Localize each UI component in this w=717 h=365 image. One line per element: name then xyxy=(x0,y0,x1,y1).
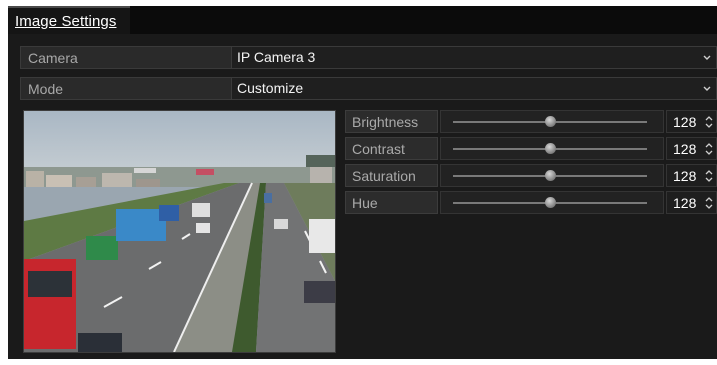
saturation-value: 128 xyxy=(673,168,697,184)
camera-preview-image xyxy=(24,111,335,352)
mode-label-cell: Mode xyxy=(21,78,232,99)
chevron-down-icon[interactable] xyxy=(701,50,713,64)
contrast-label-cell: Contrast xyxy=(345,137,438,160)
mode-selected-value: Customize xyxy=(237,80,304,96)
hue-value: 128 xyxy=(673,195,697,211)
camera-label: Camera xyxy=(28,50,78,66)
camera-row: Camera IP Camera 3 xyxy=(20,46,717,69)
saturation-row: Saturation 128 xyxy=(345,164,717,188)
contrast-value: 128 xyxy=(673,141,697,157)
brightness-slider[interactable] xyxy=(440,110,664,133)
image-settings-window: Image Settings Camera IP Camera 3 Mode C… xyxy=(8,6,717,359)
tab-image-settings-label: Image Settings xyxy=(15,13,117,30)
hue-value-spinner[interactable]: 128 xyxy=(666,191,717,214)
brightness-value: 128 xyxy=(673,114,697,130)
contrast-slider[interactable] xyxy=(440,137,664,160)
up-down-spinner-icon[interactable] xyxy=(705,196,713,210)
saturation-label-cell: Saturation xyxy=(345,164,438,187)
slider-handle[interactable] xyxy=(545,197,556,208)
hue-label-cell: Hue xyxy=(345,191,438,214)
hue-label: Hue xyxy=(352,195,378,211)
up-down-spinner-icon[interactable] xyxy=(705,115,713,129)
slider-handle[interactable] xyxy=(545,116,556,127)
hue-slider[interactable] xyxy=(440,191,664,214)
saturation-label: Saturation xyxy=(352,168,416,184)
brightness-label: Brightness xyxy=(352,114,419,130)
chevron-down-icon[interactable] xyxy=(701,81,713,95)
camera-preview xyxy=(23,110,336,353)
camera-selected-value: IP Camera 3 xyxy=(237,49,316,65)
brightness-row: Brightness 128 xyxy=(345,110,717,134)
camera-label-cell: Camera xyxy=(21,47,232,68)
saturation-slider[interactable] xyxy=(440,164,664,187)
camera-select[interactable]: IP Camera 3 xyxy=(232,47,716,68)
slider-handle[interactable] xyxy=(545,143,556,154)
contrast-value-spinner[interactable]: 128 xyxy=(666,137,717,160)
mode-select[interactable]: Customize xyxy=(232,78,716,99)
mode-label: Mode xyxy=(28,81,64,97)
contrast-row: Contrast 128 xyxy=(345,137,717,161)
brightness-label-cell: Brightness xyxy=(345,110,438,133)
title-bar: Image Settings xyxy=(8,6,717,34)
up-down-spinner-icon[interactable] xyxy=(705,169,713,183)
up-down-spinner-icon[interactable] xyxy=(705,142,713,156)
contrast-label: Contrast xyxy=(352,141,405,157)
hue-row: Hue 128 xyxy=(345,191,717,215)
tab-image-settings[interactable]: Image Settings xyxy=(8,6,130,34)
mode-row: Mode Customize xyxy=(20,77,717,100)
slider-handle[interactable] xyxy=(545,170,556,181)
saturation-value-spinner[interactable]: 128 xyxy=(666,164,717,187)
brightness-value-spinner[interactable]: 128 xyxy=(666,110,717,133)
